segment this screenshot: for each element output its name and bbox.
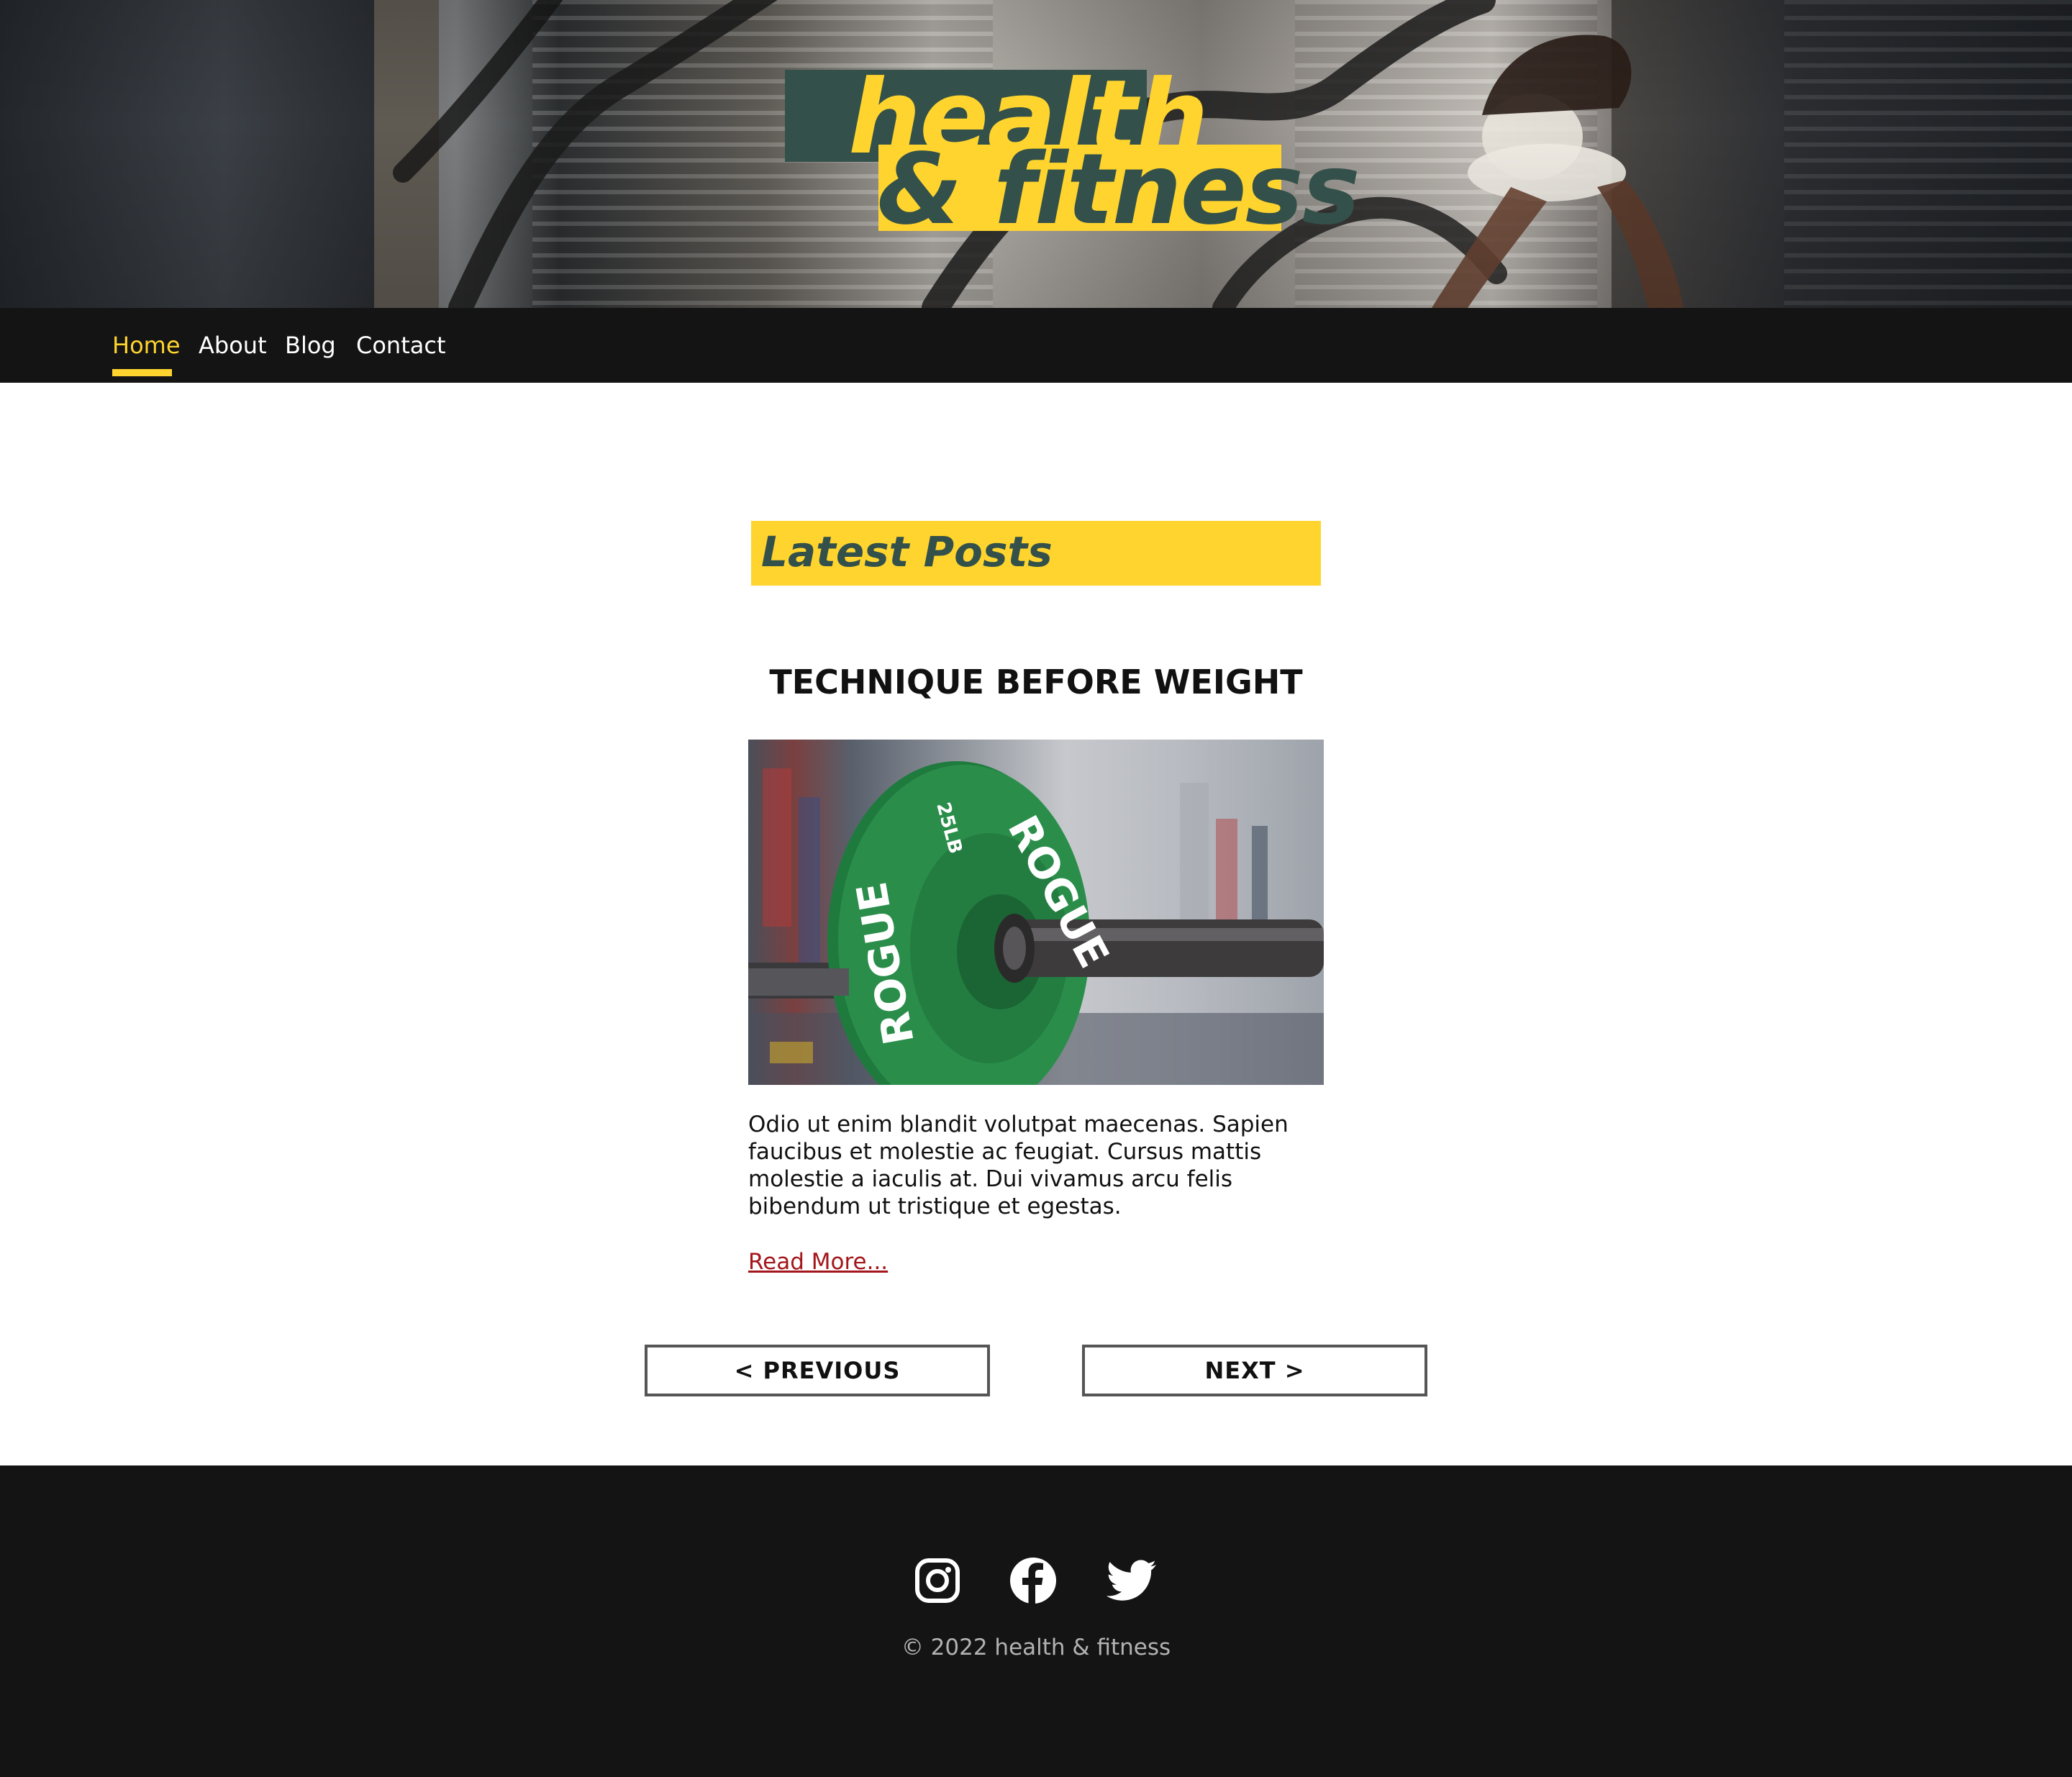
read-more-link[interactable]: Read More... (748, 1247, 888, 1276)
facebook-icon[interactable] (1009, 1556, 1058, 1605)
nav-item-about[interactable]: About (199, 330, 267, 361)
site-footer (0, 1465, 2072, 1777)
logo-text-fitness: & fitness (877, 133, 1360, 247)
nav-item-home[interactable]: Home (112, 330, 181, 361)
site-logo[interactable]: health & fitness (785, 64, 1360, 239)
post-title[interactable]: TECHNIQUE BEFORE WEIGHT (748, 660, 1324, 704)
hero-banner: health & fitness (0, 0, 2072, 308)
nav-item-contact[interactable]: Contact (356, 330, 446, 361)
section-title: Latest Posts (761, 527, 1053, 576)
nav-active-indicator (112, 369, 172, 376)
main-navigation: Home About Blog Contact (0, 308, 2072, 383)
twitter-icon[interactable] (1106, 1556, 1158, 1605)
post-excerpt: Odio ut enim blandit volutpat maecenas. … (748, 1112, 1289, 1219)
weight-plate-graphic: ROGUE 25LB ROGUE (748, 761, 1324, 1085)
post-image[interactable]: ROGUE 25LB ROGUE (748, 740, 1324, 1085)
next-button[interactable]: NEXT > (1082, 1345, 1427, 1396)
previous-button[interactable]: < PREVIOUS (645, 1345, 990, 1396)
section-title-band: Latest Posts (751, 521, 1321, 586)
instagram-icon[interactable] (913, 1556, 962, 1605)
nav-item-blog[interactable]: Blog (285, 330, 336, 361)
copyright-text: © 2022 health & fitness (901, 1635, 1171, 1660)
